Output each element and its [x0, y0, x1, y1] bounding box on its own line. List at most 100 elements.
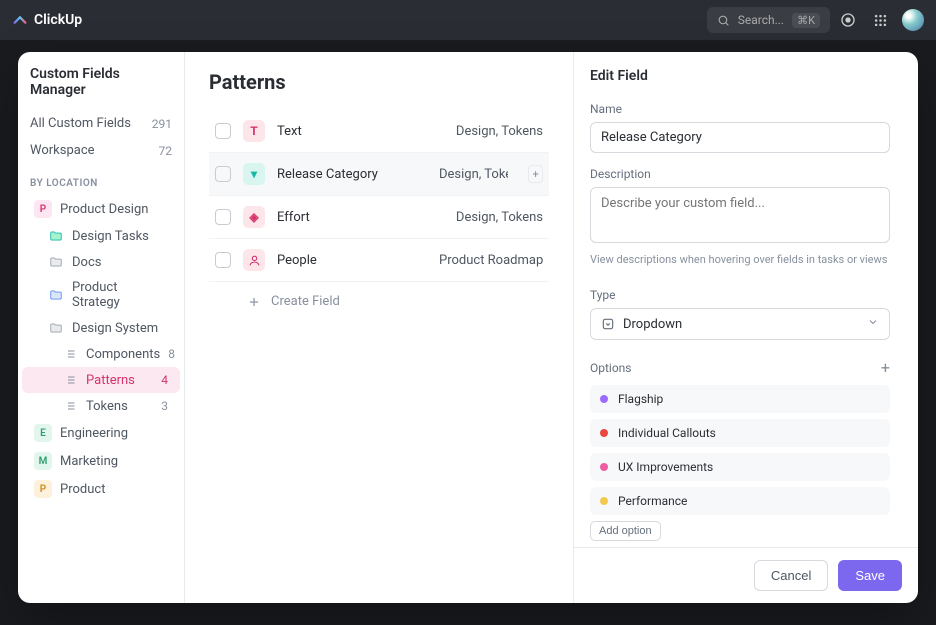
field-locations: Design, Tokens: [456, 124, 543, 139]
option-label: Performance: [618, 494, 687, 508]
add-option-icon[interactable]: +: [881, 358, 890, 377]
add-option-button[interactable]: Add option: [590, 521, 661, 541]
option-label: UX Improvements: [618, 460, 713, 474]
space-badge: M: [34, 452, 52, 470]
sidebar-summary-label: Workspace: [30, 143, 95, 158]
clickup-logo-icon: [12, 12, 28, 28]
type-label: Type: [590, 288, 890, 302]
tree-count: 4: [161, 373, 168, 387]
create-field-row[interactable]: Create Field: [209, 282, 549, 321]
field-locations: Design, Tokens: [439, 167, 508, 182]
sidebar-list-row[interactable]: Components 8: [22, 341, 180, 367]
folder-icon: [48, 228, 64, 244]
tree-count: 3: [161, 399, 168, 413]
sidebar-space-row[interactable]: EEngineering: [22, 419, 180, 447]
field-name: Effort: [277, 210, 427, 225]
panel-title: Edit Field: [590, 68, 890, 84]
sidebar-folder-row[interactable]: Docs: [22, 249, 180, 275]
sidebar-summary-label: All Custom Fields: [30, 116, 131, 131]
field-row[interactable]: ◈ Effort Design, Tokens: [209, 196, 549, 239]
field-checkbox[interactable]: [215, 166, 231, 182]
space-badge: P: [34, 480, 52, 498]
option-label: Flagship: [618, 392, 663, 406]
name-label: Name: [590, 102, 890, 116]
field-locations: Design, Tokens: [456, 210, 543, 225]
dropdown-option-row[interactable]: Performance: [590, 487, 890, 515]
description-textarea[interactable]: [590, 187, 890, 243]
dropdown-option-row[interactable]: Individual Callouts: [590, 419, 890, 447]
sidebar-section-header: BY LOCATION: [18, 164, 184, 195]
tree-label: Design System: [72, 321, 158, 336]
field-row[interactable]: ▾ Release Category Design, Tokens +: [209, 153, 549, 196]
topbar: ClickUp Search... ⌘K: [0, 0, 936, 40]
tree-label: Engineering: [60, 426, 128, 441]
field-type-icon: ◈: [243, 206, 265, 228]
sidebar-summary-row[interactable]: Workspace72: [18, 137, 184, 164]
field-checkbox[interactable]: [215, 123, 231, 139]
cancel-button[interactable]: Cancel: [754, 560, 828, 591]
option-color-dot: [600, 497, 608, 505]
tree-count: 8: [168, 347, 175, 361]
field-locations-overflow[interactable]: +: [528, 165, 543, 183]
field-row[interactable]: T Text Design, Tokens: [209, 110, 549, 153]
description-hint: View descriptions when hovering over fie…: [590, 253, 890, 266]
tree-label: Components: [86, 347, 160, 362]
field-checkbox[interactable]: [215, 252, 231, 268]
sidebar-list-row[interactable]: Tokens 3: [22, 393, 180, 419]
search-icon: [717, 14, 730, 27]
dropdown-type-icon: [601, 317, 615, 331]
record-icon[interactable]: [834, 6, 862, 34]
option-label: Individual Callouts: [618, 426, 716, 440]
field-locations: Product Roadmap: [439, 253, 543, 268]
sidebar-folder-row[interactable]: Design Tasks: [22, 223, 180, 249]
field-row[interactable]: People Product Roadmap: [209, 239, 549, 282]
sidebar-space-row[interactable]: M Marketing: [22, 447, 180, 475]
search-placeholder: Search...: [738, 13, 784, 27]
space-badge: P: [34, 200, 52, 218]
tree-label: Marketing: [60, 454, 118, 469]
field-name: Text: [277, 124, 427, 139]
save-button[interactable]: Save: [838, 560, 902, 591]
list-icon: [62, 398, 78, 414]
tree-label: Tokens: [86, 399, 128, 414]
sidebar-title: Custom Fields Manager: [18, 66, 184, 110]
list-icon: [62, 346, 78, 362]
tree-label: Patterns: [86, 373, 135, 388]
sidebar-folder-row[interactable]: Product Strategy: [22, 275, 180, 315]
folder-icon: [48, 254, 64, 270]
name-input[interactable]: [590, 122, 890, 153]
option-color-dot: [600, 463, 608, 471]
sidebar-space-row[interactable]: P Product: [22, 475, 180, 503]
custom-fields-modal: Custom Fields Manager All Custom Fields2…: [18, 52, 918, 603]
sidebar-list-row[interactable]: Patterns 4: [22, 367, 180, 393]
folder-icon: [48, 320, 64, 336]
field-name: People: [277, 253, 427, 268]
option-color-dot: [600, 429, 608, 437]
create-field-label: Create Field: [271, 294, 340, 309]
dropdown-option-row[interactable]: Flagship: [590, 385, 890, 413]
sidebar-folder-row[interactable]: Design System: [22, 315, 180, 341]
type-value: Dropdown: [623, 317, 682, 332]
tree-label: Docs: [72, 255, 101, 270]
apps-grid-icon[interactable]: [866, 6, 894, 34]
brand-name: ClickUp: [34, 12, 82, 28]
list-icon: [62, 372, 78, 388]
brand: ClickUp: [12, 12, 82, 28]
user-avatar[interactable]: [902, 9, 924, 31]
sidebar-summary-row[interactable]: All Custom Fields291: [18, 110, 184, 137]
options-label: Options: [590, 361, 632, 375]
type-select[interactable]: Dropdown: [590, 308, 890, 340]
field-type-icon: [243, 249, 265, 271]
main-title: Patterns: [209, 70, 549, 94]
chevron-down-icon: [867, 316, 879, 332]
sidebar-space-row[interactable]: PProduct Design: [22, 195, 180, 223]
sidebar: Custom Fields Manager All Custom Fields2…: [18, 52, 185, 603]
tree-label: Product: [60, 482, 105, 497]
search-shortcut: ⌘K: [792, 13, 820, 28]
field-type-icon: T: [243, 120, 265, 142]
description-label: Description: [590, 167, 890, 181]
field-type-icon: ▾: [243, 163, 265, 185]
dropdown-option-row[interactable]: UX Improvements: [590, 453, 890, 481]
field-checkbox[interactable]: [215, 209, 231, 225]
global-search[interactable]: Search... ⌘K: [707, 7, 830, 33]
